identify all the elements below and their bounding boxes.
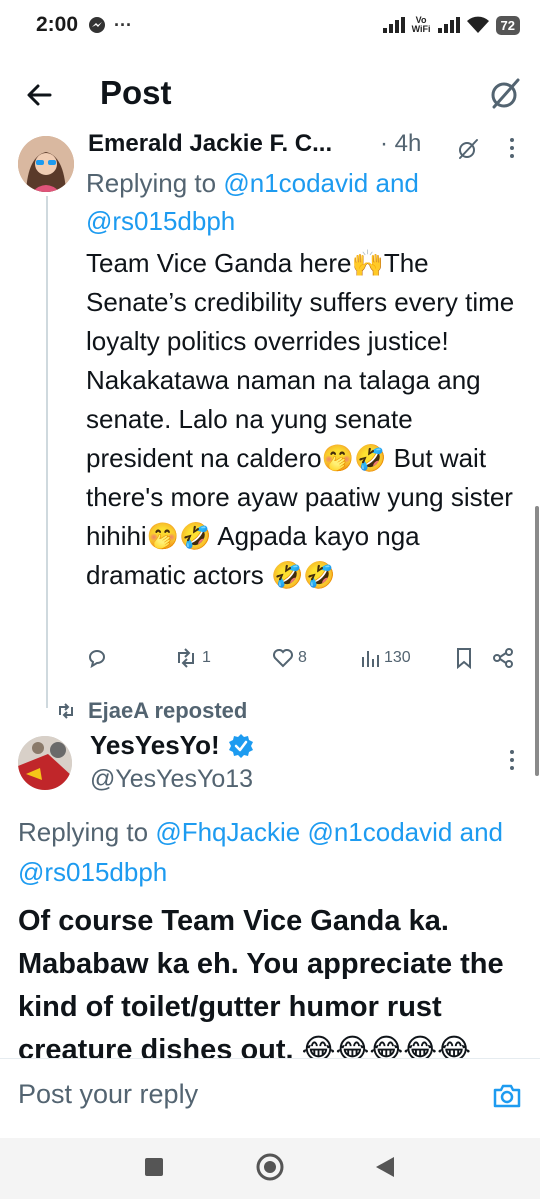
views-icon xyxy=(362,651,379,667)
camera-icon[interactable] xyxy=(492,1081,522,1111)
avatar-image-icon xyxy=(18,736,72,790)
messenger-icon xyxy=(89,17,106,33)
signal-icon xyxy=(382,17,405,33)
repost-label[interactable]: EjaeA reposted xyxy=(56,698,247,724)
reply-bar: Post your reply xyxy=(0,1058,540,1138)
share-icon[interactable] xyxy=(492,647,514,669)
battery-icon: 72 xyxy=(495,15,520,35)
reply-button[interactable] xyxy=(86,647,108,669)
wifi-icon xyxy=(466,16,489,33)
grok-icon[interactable] xyxy=(488,76,522,112)
grok-small-icon[interactable] xyxy=(456,137,480,161)
nav-back-icon[interactable] xyxy=(374,1155,396,1179)
system-nav-bar xyxy=(0,1138,540,1199)
tweet2-author[interactable]: YesYesYo! xyxy=(90,730,254,761)
repost-icon xyxy=(59,703,73,719)
tweet1-replying-to: Replying to @n1codavid and @rs015dbph xyxy=(86,168,419,236)
thread-connector xyxy=(46,196,48,708)
signal-icon-2 xyxy=(437,17,460,33)
verified-badge-icon xyxy=(228,733,253,758)
status-bar: 2:00 ··· Vo WiFi 72 xyxy=(0,0,540,50)
mention-link[interactable]: @rs015dbph xyxy=(86,206,235,236)
nav-home-icon[interactable] xyxy=(255,1152,285,1182)
status-right: Vo WiFi 72 xyxy=(382,15,520,35)
retweet-icon xyxy=(178,648,194,668)
retweet-button[interactable]: 1 xyxy=(174,647,211,669)
mention-link[interactable]: @n1codavid xyxy=(307,817,452,847)
avatar-yesyesyo[interactable] xyxy=(18,736,72,790)
mention-link[interactable]: @n1codavid xyxy=(223,168,368,198)
scrollbar[interactable] xyxy=(535,506,539,776)
tweet1-timestamp[interactable]: · 4h xyxy=(380,130,421,158)
like-button[interactable]: 8 xyxy=(272,647,307,669)
nav-recents-icon[interactable] xyxy=(144,1157,164,1177)
tweet2-body: Of course Team Vice Ganda ka. Mababaw ka… xyxy=(18,905,504,1058)
avatar-image-icon xyxy=(18,136,74,192)
vowifi-icon: Vo WiFi xyxy=(411,15,431,34)
views-count: 130 xyxy=(384,649,411,666)
more-icon[interactable] xyxy=(506,748,518,772)
back-arrow-icon[interactable] xyxy=(22,78,56,112)
page-title: Post xyxy=(100,74,172,111)
mention-link[interactable]: @FhqJackie xyxy=(155,817,300,847)
tweet1-actions: 1 8 130 xyxy=(86,645,526,675)
heart-icon xyxy=(273,649,293,668)
tweet1-author-name[interactable]: Emerald Jackie F. C... xyxy=(88,130,332,158)
reply-input[interactable]: Post your reply xyxy=(18,1079,198,1110)
status-notification-icons: ··· xyxy=(88,15,132,36)
views-button[interactable]: 130 xyxy=(360,647,411,669)
avatar-emerald[interactable] xyxy=(18,136,74,192)
like-count: 8 xyxy=(298,649,307,666)
more-icon[interactable] xyxy=(506,136,518,160)
reply-icon xyxy=(89,650,105,669)
tweet2-handle[interactable]: @YesYesYo13 xyxy=(90,765,253,794)
header: Post xyxy=(0,60,540,130)
tweet1-body: Team Vice Ganda here🙌The Senate’s credib… xyxy=(86,248,515,590)
bookmark-icon[interactable] xyxy=(454,647,474,669)
retweet-count: 1 xyxy=(202,649,211,666)
status-time: 2:00 xyxy=(36,13,79,36)
tweet2-replying-to: Replying to @FhqJackie @n1codavid and @r… xyxy=(18,817,504,887)
more-notifications-icon: ··· xyxy=(114,14,133,35)
mention-link[interactable]: @rs015dbph xyxy=(18,857,167,887)
